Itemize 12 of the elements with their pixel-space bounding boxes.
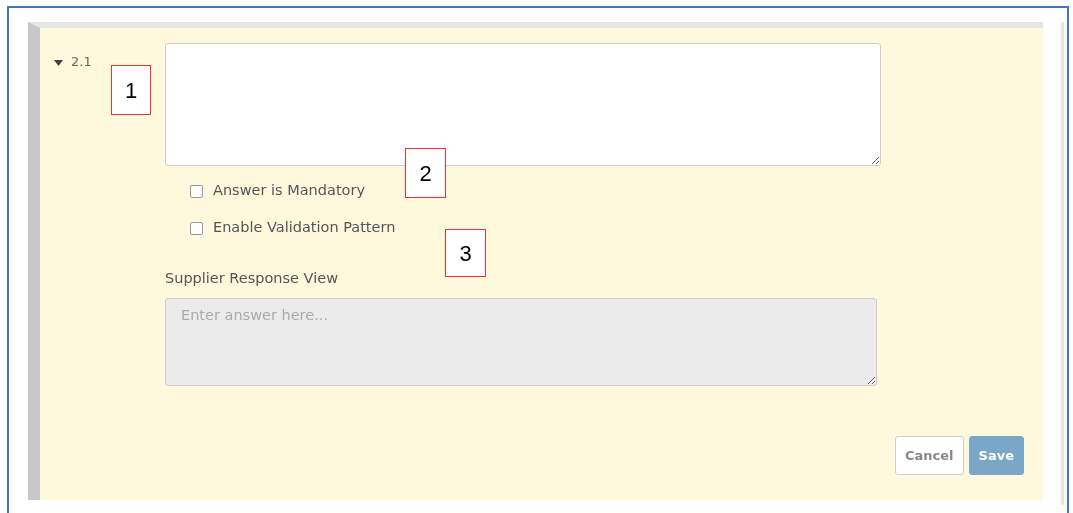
field-label: Supplier Response View <box>165 269 339 288</box>
cancel-button[interactable]: Cancel <box>895 435 964 475</box>
callout-label: 3 <box>445 229 486 277</box>
checkbox[interactable] <box>190 221 203 235</box>
caret-icon[interactable] <box>54 60 63 66</box>
question-text-field[interactable] <box>165 43 881 166</box>
checkbox[interactable] <box>190 184 203 198</box>
callout-label: 2 <box>405 148 446 198</box>
checkbox-label: Enable Validation Pattern <box>213 218 396 238</box>
question-number: 2.1 <box>71 54 92 70</box>
checkbox-label: Answer is Mandatory <box>213 181 365 201</box>
callout-label: 1 <box>111 65 151 115</box>
